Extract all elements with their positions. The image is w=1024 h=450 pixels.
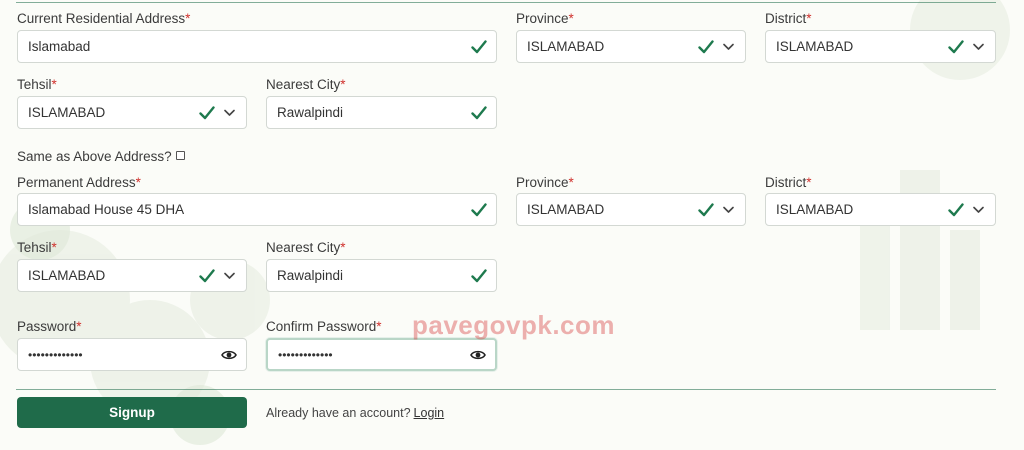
- check-icon: [470, 267, 488, 285]
- chevron-down-icon[interactable]: [222, 106, 236, 120]
- chevron-down-icon[interactable]: [721, 40, 735, 54]
- check-icon: [697, 201, 715, 219]
- current-city-label: Nearest City*: [266, 77, 346, 92]
- signup-button[interactable]: Signup: [17, 397, 247, 428]
- current-address-input[interactable]: Islamabad: [17, 30, 497, 63]
- check-icon: [470, 104, 488, 122]
- check-icon: [947, 38, 965, 56]
- permanent-province-label: Province*: [516, 175, 574, 190]
- confirm-password-input[interactable]: •••••••••••••: [266, 338, 497, 371]
- current-district-label: District*: [765, 11, 812, 26]
- current-address-label: Current Residential Address*: [17, 11, 191, 26]
- chevron-down-icon[interactable]: [971, 40, 985, 54]
- permanent-province-select[interactable]: ISLAMABAD: [516, 193, 746, 226]
- same-as-above-checkbox[interactable]: [175, 151, 185, 160]
- chevron-down-icon[interactable]: [222, 269, 236, 283]
- chevron-down-icon[interactable]: [721, 203, 735, 217]
- permanent-tehsil-value: ISLAMABAD: [28, 268, 106, 283]
- current-city-input[interactable]: Rawalpindi: [266, 96, 497, 129]
- eye-icon[interactable]: [220, 348, 238, 362]
- permanent-address-label: Permanent Address*: [17, 175, 141, 190]
- same-as-above-label: Same as Above Address?: [17, 149, 172, 164]
- password-value: •••••••••••••: [28, 347, 83, 362]
- current-city-value: Rawalpindi: [277, 105, 344, 120]
- permanent-district-select[interactable]: ISLAMABAD: [765, 193, 996, 226]
- check-icon: [198, 104, 216, 122]
- current-tehsil-select[interactable]: ISLAMABAD: [17, 96, 247, 129]
- permanent-city-input[interactable]: Rawalpindi: [266, 259, 497, 292]
- permanent-address-input[interactable]: Islamabad House 45 DHA: [17, 193, 497, 226]
- permanent-city-value: Rawalpindi: [277, 268, 344, 283]
- password-input[interactable]: •••••••••••••: [17, 338, 247, 371]
- login-prompt-row: Already have an account? Login: [266, 406, 444, 420]
- check-icon: [470, 38, 488, 56]
- login-prompt-text: Already have an account?: [266, 406, 411, 420]
- confirm-password-label: Confirm Password*: [266, 319, 382, 334]
- permanent-address-value: Islamabad House 45 DHA: [28, 202, 185, 217]
- permanent-city-label: Nearest City*: [266, 240, 346, 255]
- permanent-province-value: ISLAMABAD: [527, 202, 605, 217]
- current-tehsil-value: ISLAMABAD: [28, 105, 106, 120]
- check-icon: [470, 201, 488, 219]
- login-link[interactable]: Login: [414, 406, 445, 420]
- check-icon: [198, 267, 216, 285]
- current-district-select[interactable]: ISLAMABAD: [765, 30, 996, 63]
- current-province-label: Province*: [516, 11, 574, 26]
- permanent-tehsil-label: Tehsil*: [17, 240, 57, 255]
- watermark: pavegovpk.com: [412, 310, 616, 340]
- same-as-above-row: Same as Above Address?: [17, 149, 185, 164]
- current-province-select[interactable]: ISLAMABAD: [516, 30, 746, 63]
- check-icon: [697, 38, 715, 56]
- current-tehsil-label: Tehsil*: [17, 77, 57, 92]
- permanent-district-label: District*: [765, 175, 812, 190]
- permanent-tehsil-select[interactable]: ISLAMABAD: [17, 259, 247, 292]
- eye-icon[interactable]: [469, 348, 487, 362]
- check-icon: [947, 201, 965, 219]
- current-district-value: ISLAMABAD: [776, 39, 854, 54]
- permanent-district-value: ISLAMABAD: [776, 202, 854, 217]
- confirm-password-value: •••••••••••••: [278, 347, 333, 362]
- password-label: Password*: [17, 319, 82, 334]
- chevron-down-icon[interactable]: [971, 203, 985, 217]
- bottom-divider: [16, 389, 996, 390]
- current-address-value: Islamabad: [28, 39, 91, 54]
- current-province-value: ISLAMABAD: [527, 39, 605, 54]
- top-divider: [16, 2, 996, 3]
